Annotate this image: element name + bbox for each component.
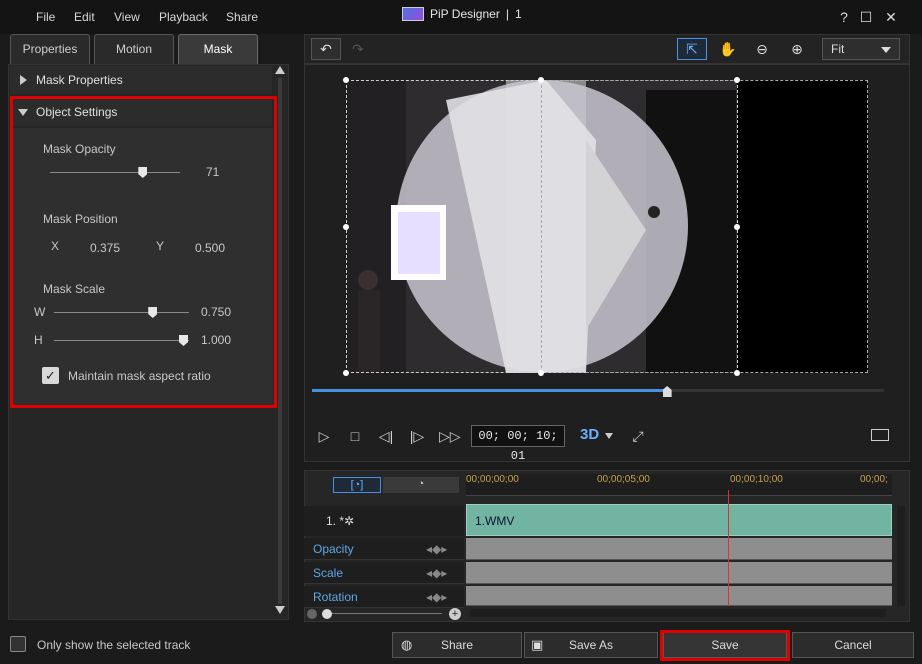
stop-icon[interactable]: □ [345,426,365,446]
menu-file[interactable]: File [36,10,55,24]
keyframe-nav-icon[interactable]: ◂◆▸ [426,538,447,560]
window-title: PiP Designer | 1 [402,7,522,21]
fast-forward-icon[interactable]: ▷▷ [439,426,461,446]
mask-properties-header[interactable]: Mask Properties [10,66,272,94]
ruler-tick-15s: 00;00; [860,474,888,485]
track-header[interactable]: 1. *✲ [304,506,464,536]
scroll-track[interactable] [278,78,282,604]
rotation-keyframe-lane[interactable] [466,586,892,606]
menu-playback[interactable]: Playback [159,10,208,24]
undo-icon[interactable]: ↶ [311,38,341,60]
handle-top-right[interactable] [734,77,740,83]
opacity-track-label: Opacity [313,542,354,556]
mask-properties-label: Mask Properties [36,73,123,87]
app-logo-icon [402,7,424,21]
opacity-keyframe-lane[interactable] [466,538,892,560]
zoom-fit-select[interactable]: Fit [822,38,900,60]
title-separator: | [505,7,509,21]
help-icon[interactable]: ? [836,9,852,25]
keyframe-track-opacity[interactable]: Opacity ◂◆▸ [304,538,464,560]
menu-view[interactable]: View [114,10,140,24]
preview-toolbar [304,34,910,64]
handle-mid-right[interactable] [734,224,740,230]
timeline-view-mode-button[interactable]: [◔] [333,477,381,493]
save-highlight [660,630,790,661]
globe-icon: ◍ [401,637,413,652]
chevron-down-icon [881,47,891,53]
handle-bottom-mid[interactable] [538,370,544,376]
only-selected-label: Only show the selected track [37,638,191,652]
share-label: Share [440,638,474,652]
tab-mask[interactable]: Mask [178,34,258,64]
fullscreen-icon[interactable]: ⤢ [628,426,648,446]
redo-icon[interactable]: ↷ [343,38,373,60]
tab-properties[interactable]: Properties [10,34,90,64]
cancel-label: Cancel [834,638,872,652]
only-selected-checkbox[interactable] [10,636,26,652]
zoom-in-timeline-icon[interactable]: + [449,608,461,620]
handle-top-mid[interactable] [538,77,544,83]
timeline-ruler[interactable] [466,474,892,496]
tab-motion[interactable]: Motion [94,34,174,64]
timeline-v-scrollbar[interactable] [897,506,905,606]
maximize-icon[interactable]: ☐ [858,9,874,25]
save-as-label: Save As [568,638,614,652]
handle-bottom-right[interactable] [734,370,740,376]
title-text: PiP Designer [430,7,500,21]
keyframe-track-rotation[interactable]: Rotation ◂◆▸ [304,586,464,608]
panel-scrollbar[interactable] [275,66,285,618]
scroll-up-icon[interactable] [275,66,285,74]
handle-bottom-left[interactable] [343,370,349,376]
clip-label: 1.WMV [475,514,515,528]
mask-bounding-box[interactable] [541,80,868,373]
zoom-out-icon[interactable]: ⊖ [747,38,777,60]
close-icon[interactable]: ✕ [883,9,899,25]
expand-arrow-icon [20,75,27,85]
handle-mid-left[interactable] [343,224,349,230]
save-as-button[interactable]: ▣ Save As [524,632,658,658]
clock-view-button[interactable]: ◔ [383,477,459,493]
rotation-track-label: Rotation [313,590,358,604]
hand-tool-icon[interactable]: ✋ [713,38,743,60]
zoom-out-timeline-icon[interactable] [307,609,317,619]
zoom-in-icon[interactable]: ⊕ [782,38,812,60]
disk-icon: ▣ [531,637,544,652]
ruler-tick-5s: 00;00;05;00 [597,474,650,485]
safe-area-icon[interactable] [871,429,889,441]
cancel-button[interactable]: Cancel [792,632,914,658]
ruler-tick-10s: 00;00;10;00 [730,474,783,485]
ruler-tick-0: 00;00;00;00 [466,474,519,485]
3d-dropdown-icon[interactable] [605,433,613,439]
timeline-h-scrollbar[interactable] [470,609,886,617]
track-name: 1. *✲ [326,514,355,528]
handle-top-left[interactable] [343,77,349,83]
keyframe-nav-icon[interactable]: ◂◆▸ [426,586,447,608]
timeline-playhead[interactable] [728,490,729,606]
playback-progress-fill [312,389,667,392]
menu-edit[interactable]: Edit [74,10,95,24]
title-instance: 1 [514,7,522,21]
timeline-zoom-slider[interactable] [322,613,442,614]
play-icon[interactable]: ▷ [314,426,334,446]
timecode-display[interactable]: 00; 00; 10; 01 [471,425,565,463]
select-tool-icon[interactable]: ⇱ [677,38,707,60]
timeline-zoom-thumb[interactable] [322,609,332,619]
object-settings-highlight [10,96,277,408]
scroll-down-icon[interactable] [275,606,285,614]
menu-share[interactable]: Share [226,10,258,24]
zoom-fit-value: Fit [831,42,845,56]
scale-track-label: Scale [313,566,344,580]
keyframe-nav-icon[interactable]: ◂◆▸ [426,562,447,584]
share-button[interactable]: ◍ Share [392,632,522,658]
next-frame-icon[interactable]: |▷ [407,426,427,446]
keyframe-track-scale[interactable]: Scale ◂◆▸ [304,562,464,584]
video-clip[interactable]: 1.WMV [466,504,892,536]
previous-frame-icon[interactable]: ◁| [376,426,396,446]
3d-mode-toggle[interactable]: 3D [580,426,599,443]
scale-keyframe-lane[interactable] [466,562,892,584]
